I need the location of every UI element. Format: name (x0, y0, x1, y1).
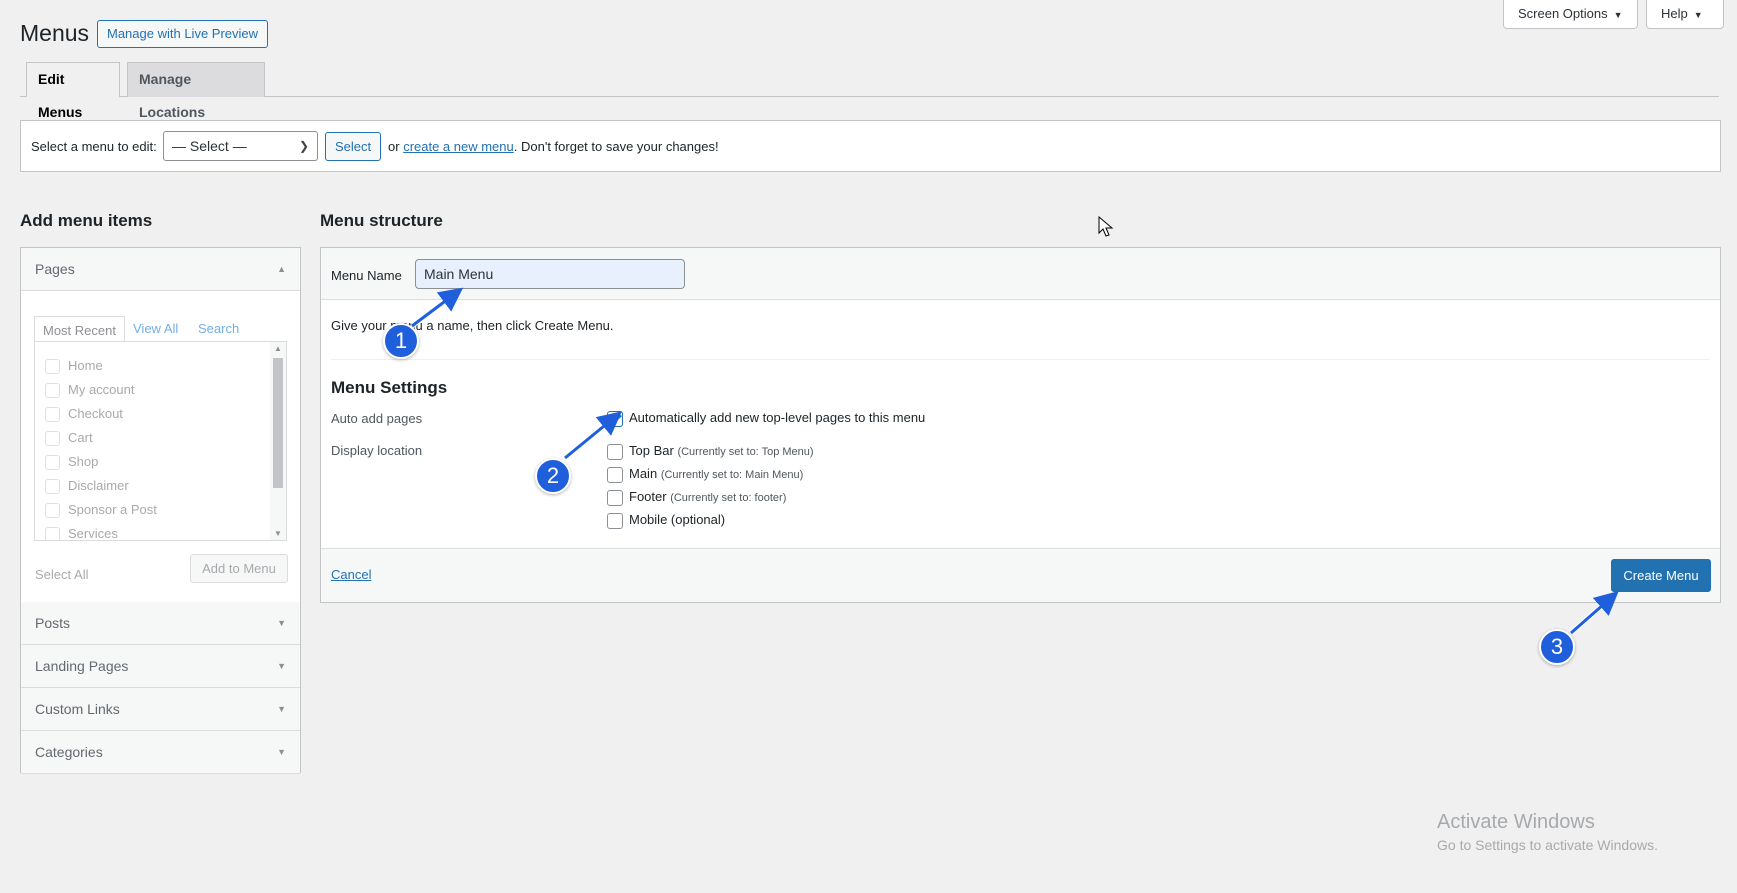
step-badge-2: 2 (535, 458, 571, 494)
arrow-3 (1570, 591, 1619, 635)
step-badge-1: 1 (383, 323, 419, 359)
arrow-1 (411, 287, 464, 328)
activate-windows-title: Activate Windows (1437, 811, 1595, 833)
activate-windows-subtitle: Go to Settings to activate Windows. (1437, 837, 1658, 853)
arrow-2 (564, 411, 622, 460)
annotation-arrows (410, 287, 1619, 635)
mouse-cursor-icon (1098, 216, 1114, 237)
step-badge-3: 3 (1539, 629, 1575, 665)
